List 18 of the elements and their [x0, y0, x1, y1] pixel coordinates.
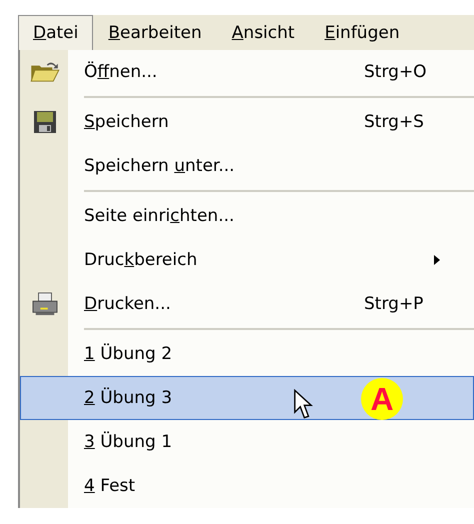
menu-item[interactable]: Drucken... Strg+P — [20, 282, 474, 326]
printer-icon — [30, 292, 58, 316]
menu-item[interactable]: Seite einrichten... — [20, 194, 474, 238]
menu-title[interactable]: Einfügen — [310, 15, 415, 50]
mouse-pointer-icon — [293, 389, 313, 419]
menu-item[interactable]: Speichern Strg+S — [20, 100, 474, 144]
menu-item[interactable]: 3 Übung 1 — [20, 420, 474, 464]
menu-title[interactable]: Datei — [18, 15, 94, 50]
menu-item[interactable]: Öffnen... Strg+O — [20, 50, 474, 94]
menu-item[interactable]: 2 Übung 3 A — [20, 376, 474, 420]
menu-item[interactable]: Druckbereich — [20, 238, 474, 282]
menu-item[interactable]: Speichern unter... — [20, 144, 474, 188]
menu-item[interactable]: 1 Übung 2 — [20, 332, 474, 376]
menu-title[interactable]: Ansicht — [216, 15, 310, 50]
annotation-marker: A — [361, 378, 403, 420]
menu-title[interactable]: Bearbeiten — [93, 15, 217, 50]
menu-item[interactable]: 4 Fest — [20, 464, 474, 508]
folder-icon — [30, 61, 60, 83]
